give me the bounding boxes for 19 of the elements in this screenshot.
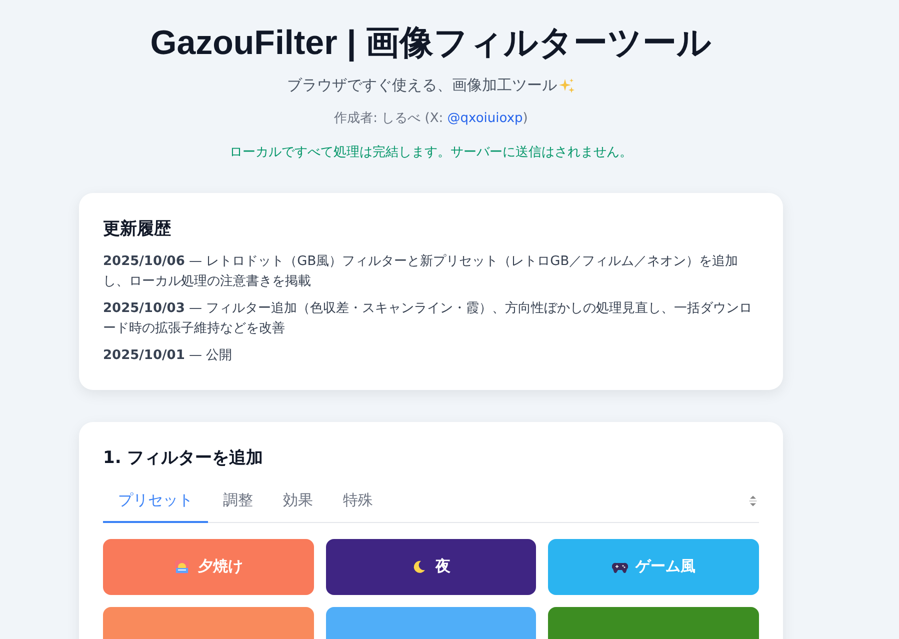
page-title: GazouFilter | 画像フィルターツール [150,23,712,64]
sunrise-icon [174,558,190,574]
filter-tab[interactable]: プリセット [103,480,208,522]
subtitle: ブラウザですぐ使える、画像加工ツール [287,76,557,95]
filter-tab[interactable]: 調整 [208,480,268,522]
privacy-notice: ローカルですべて処理は完結します。サーバーに送信はされません。 [230,144,632,161]
filter-section-title: 1. フィルターを追加 [103,446,264,468]
author-credit: 作成者: しるべ (X: @qxoiuioxp) [334,110,528,127]
preset-button[interactable]: 夜 [326,538,536,594]
changelog-entry: 2025/10/06 — レトロドット（GB風）フィルターと新プリセット（レトロGB／フィルム／ネオン）を追加し、ローカル処理の注意書きを掲載 [103,253,740,290]
filter-tab[interactable]: 特殊 [328,480,388,522]
changelog-entry: 2025/10/03 — フィルター追加（色収差・スキャンライン・霞）、方向性ぼかしの処理見直し、一括ダウンロード時の拡張子維持などを改善 [103,300,754,338]
changelog-entry: 2025/10/01 — 公開 [103,347,234,365]
author-link[interactable]: @qxoiuioxp [447,111,523,126]
changelog-title: 更新履歴 [103,218,172,240]
crescent-moon-icon [411,558,428,574]
preset-button[interactable]: 夕焼け [103,538,314,594]
sparkles-icon [559,78,575,94]
filter-tab[interactable]: 効果 [268,480,328,522]
